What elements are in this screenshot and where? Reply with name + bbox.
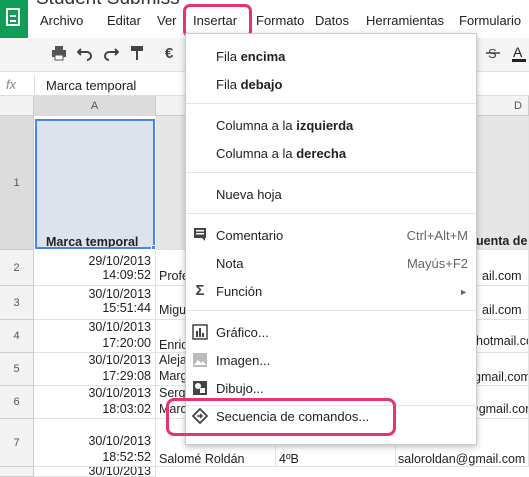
menu-funcion[interactable]: Σ Función ► — [186, 278, 476, 306]
undo-icon[interactable] — [76, 45, 94, 63]
paint-format-icon[interactable] — [128, 45, 146, 63]
fx-icon: fx — [6, 77, 17, 92]
menu-datos[interactable]: Datos — [315, 13, 349, 28]
menu-columna-derecha[interactable]: Columna a la derecha — [186, 140, 476, 168]
nota-label: Nota — [216, 256, 244, 271]
menu-formulario[interactable]: Formulario — [459, 13, 521, 28]
menu-separator — [186, 213, 476, 214]
corner-select-all[interactable] — [0, 96, 34, 116]
cell-a2[interactable]: 29/10/2013 14:09:52 — [34, 250, 156, 286]
col-izq-bold: izquierda — [296, 118, 354, 133]
nueva-hoja-label: Nueva hoja — [216, 187, 282, 202]
fila-debajo-prefix: Fila — [216, 77, 241, 92]
selected-cell-a1[interactable]: Marca temporal — [35, 119, 155, 249]
cell-a8-date: 30/10/2013 — [88, 467, 151, 477]
cell-a2-date: 29/10/2013 — [88, 254, 151, 268]
row-header-7[interactable]: 7 — [0, 419, 34, 467]
row-header-5[interactable]: 5 — [0, 353, 34, 386]
cell-a3-time: 15:51:44 — [102, 301, 151, 315]
menu-nota[interactable]: Nota Mayús+F2 — [186, 250, 476, 278]
formula-separator — [34, 75, 35, 94]
chart-icon — [192, 324, 208, 340]
text-color-icon[interactable]: A — [510, 44, 528, 63]
imagen-label: Imagen... — [216, 353, 271, 368]
menu-separator — [186, 103, 476, 104]
cell-a6-time: 18:03:02 — [102, 402, 151, 416]
col-der-bold: derecha — [296, 146, 347, 161]
menu-fila-debajo[interactable]: Fila debajo — [186, 71, 476, 99]
nota-shortcut: Mayús+F2 — [406, 256, 468, 271]
row-header-4[interactable]: 4 — [0, 320, 34, 353]
menu-separator — [186, 310, 476, 311]
spreadsheet-app: Student Submiss Archivo Editar Ver Inser… — [0, 0, 529, 477]
menu-ver[interactable]: Ver — [157, 13, 177, 28]
cell-a6[interactable]: 30/10/2013 18:03:02 — [34, 386, 156, 419]
funcion-label: Función — [216, 284, 263, 299]
formula-input[interactable]: Marca temporal — [46, 78, 136, 93]
cell-a5-time: 17:29:08 — [102, 369, 151, 383]
menu-grafico[interactable]: Gráfico... — [186, 319, 476, 347]
dibujo-label: Dibujo... — [216, 381, 264, 396]
col-izq-prefix: Columna a la — [216, 118, 297, 133]
cell-a1-text: Marca temporal — [46, 235, 139, 249]
cell-a8[interactable]: 30/10/2013 — [34, 467, 156, 477]
redo-icon[interactable] — [102, 45, 120, 63]
row-header-3[interactable]: 3 — [0, 286, 34, 320]
grafico-label: Gráfico... — [216, 325, 269, 340]
cell-a4-date: 30/10/2013 — [88, 320, 151, 334]
menu-editar[interactable]: Editar — [107, 13, 141, 28]
row-header-6[interactable]: 6 — [0, 386, 34, 419]
comentario-shortcut: Ctrl+Alt+M — [406, 228, 468, 243]
menu-archivo[interactable]: Archivo — [40, 13, 83, 28]
document-title[interactable]: Student Submiss — [36, 0, 180, 10]
script-highlight-box — [166, 398, 396, 436]
print-icon[interactable] — [50, 45, 68, 63]
row-header-2[interactable]: 2 — [0, 250, 34, 286]
menu-imagen[interactable]: Imagen... — [186, 347, 476, 375]
cell-a3[interactable]: 30/10/2013 15:51:44 — [34, 286, 156, 320]
menu-columna-izquierda[interactable]: Columna a la izquierda — [186, 112, 476, 140]
sigma-icon: Σ — [195, 282, 205, 299]
fila-encima-prefix: Fila — [216, 49, 241, 64]
svg-text:A: A — [513, 45, 523, 60]
cell-a2-time: 14:09:52 — [102, 268, 151, 282]
fila-encima-bold: encima — [240, 49, 286, 64]
submenu-arrow-icon: ► — [459, 287, 468, 297]
cell-a3-date: 30/10/2013 — [88, 287, 151, 301]
cell-d1-text: uenta de — [476, 234, 528, 248]
image-icon — [192, 352, 208, 368]
col-der-prefix: Columna a la — [216, 146, 297, 161]
currency-icon[interactable]: € — [160, 45, 178, 63]
cell-a4[interactable]: 30/10/2013 17:20:00 — [34, 320, 156, 353]
fila-debajo-bold: debajo — [240, 77, 283, 92]
menu-separator — [186, 172, 476, 173]
sheets-logo[interactable] — [0, 0, 28, 38]
cell-a7[interactable]: 30/10/2013 18:52:52 — [34, 419, 156, 467]
menu-comentario[interactable]: Comentario Ctrl+Alt+M — [186, 222, 476, 250]
menu-fila-encima[interactable]: Fila encima — [186, 43, 476, 71]
cell-a5-date: 30/10/2013 — [88, 353, 151, 367]
cell-a7-date: 30/10/2013 — [88, 434, 151, 448]
menu-nueva-hoja[interactable]: Nueva hoja — [186, 181, 476, 209]
strikethrough-icon[interactable]: S — [484, 45, 502, 63]
menu-herramientas[interactable]: Herramientas — [366, 13, 444, 28]
cell-a5[interactable]: 30/10/2013 17:29:08 — [34, 353, 156, 386]
row-header-1[interactable]: 1 — [0, 116, 34, 250]
cell-a4-time: 17:20:00 — [102, 336, 151, 350]
cell-a7-time: 18:52:52 — [102, 450, 151, 464]
row-header-8[interactable] — [0, 467, 34, 477]
column-header-a[interactable]: A — [34, 96, 156, 116]
comment-icon — [192, 227, 208, 243]
menu-formato[interactable]: Formato — [256, 13, 304, 28]
drawing-icon — [192, 380, 208, 396]
cell-a6-date: 30/10/2013 — [88, 386, 151, 400]
comentario-label: Comentario — [216, 228, 284, 243]
